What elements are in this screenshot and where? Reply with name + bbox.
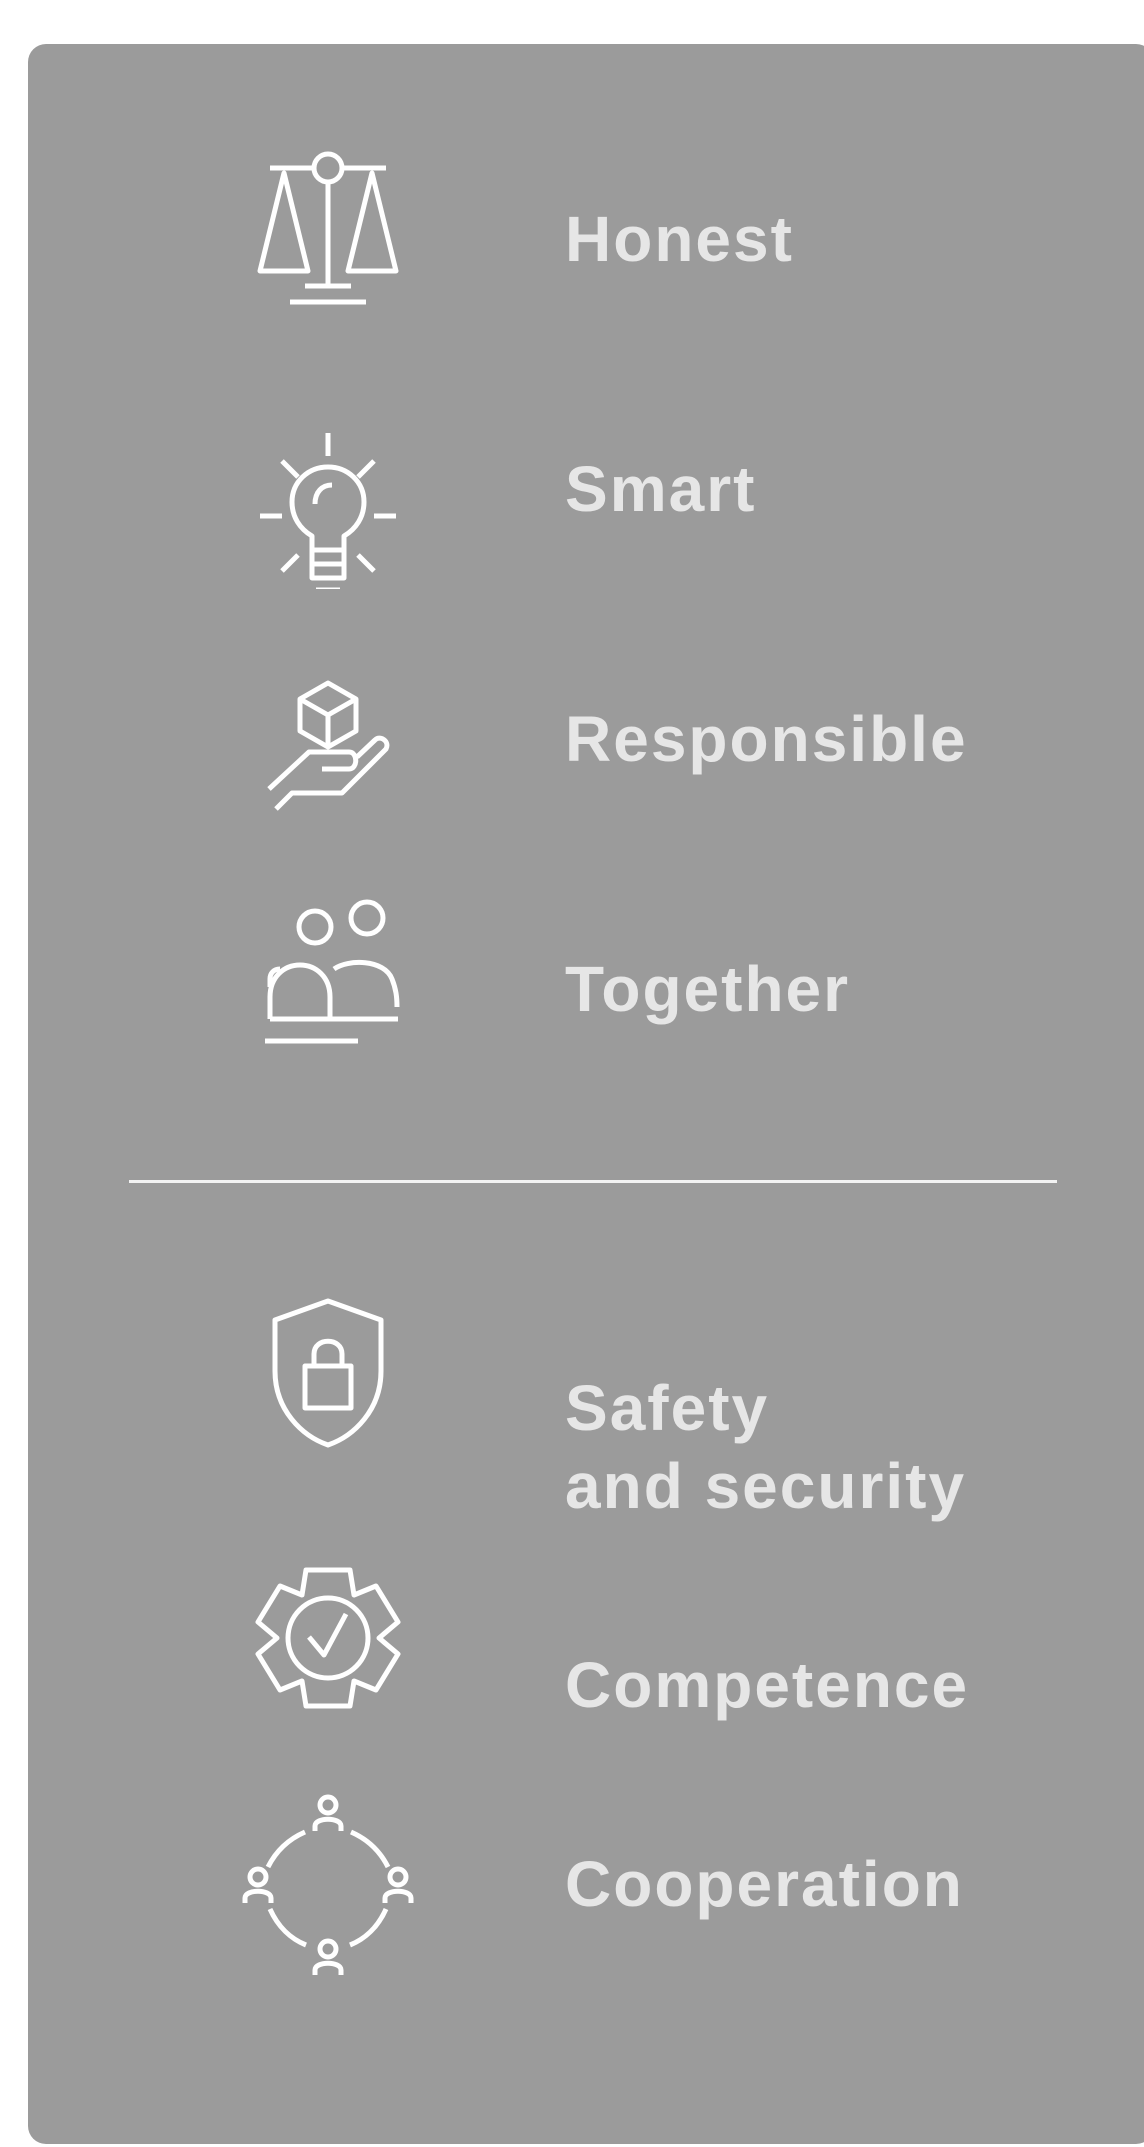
value-label: Competence xyxy=(565,1649,970,1721)
value-item-safety-and-security: Safety and security xyxy=(28,1274,1028,1522)
value-label-line2: and security xyxy=(565,1450,967,1522)
values-panel: Honest Smart Responsible Together Safety… xyxy=(28,44,1144,2144)
value-item-honest: Honest xyxy=(28,139,1028,339)
value-label: Responsible xyxy=(565,703,968,775)
shield-lock-icon xyxy=(208,1274,448,1474)
value-label: Together xyxy=(565,953,851,1025)
people-circle-icon xyxy=(208,1779,448,1979)
value-item-competence: Competence xyxy=(28,1564,1028,1764)
value-label: Honest xyxy=(565,203,794,275)
lightbulb-icon xyxy=(208,389,448,589)
value-label: Smart xyxy=(565,453,757,525)
gear-check-icon xyxy=(208,1564,448,1764)
value-item-responsible: Responsible xyxy=(28,639,1028,839)
value-item-smart: Smart xyxy=(28,389,1028,589)
people-group-icon xyxy=(208,889,448,1089)
value-item-together: Together xyxy=(28,889,1028,1089)
value-label-line1: Safety xyxy=(565,1372,770,1444)
hand-holding-box-icon xyxy=(208,639,448,839)
value-item-cooperation: Cooperation xyxy=(28,1779,1028,1979)
value-label: Cooperation xyxy=(565,1848,964,1920)
section-divider xyxy=(129,1180,1057,1183)
scales-icon xyxy=(208,139,448,339)
